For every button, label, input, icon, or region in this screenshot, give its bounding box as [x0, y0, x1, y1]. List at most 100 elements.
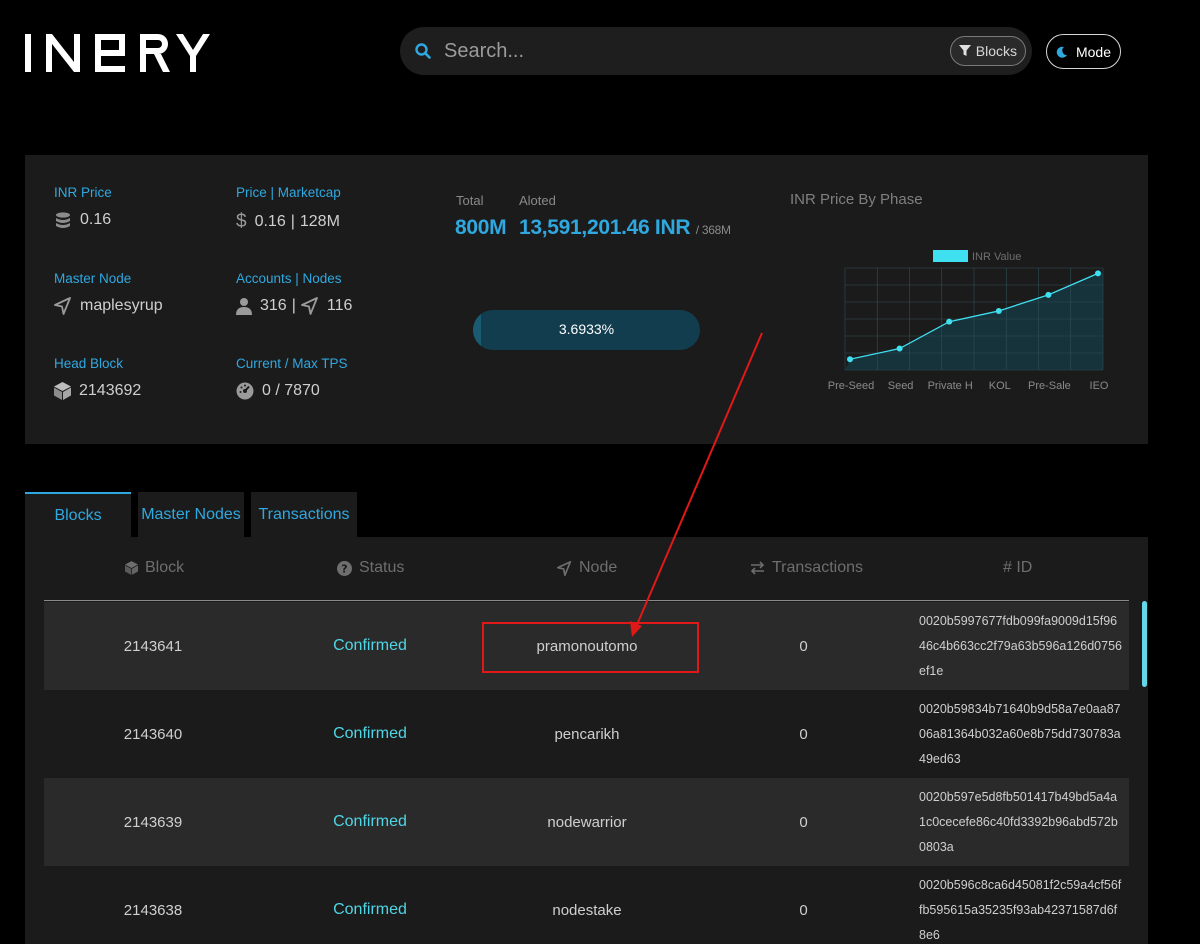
column-label: Transactions: [772, 559, 863, 576]
stat-label: Master Node: [54, 271, 132, 286]
transactions-cell: 0: [799, 901, 808, 919]
stat-value: 0.16: [80, 211, 112, 228]
filter-label: Blocks: [975, 43, 1017, 59]
tab-master-nodes[interactable]: Master Nodes: [138, 492, 244, 537]
exchange-arrows-icon: [750, 561, 765, 575]
column-label: Status: [359, 559, 405, 576]
stat-label: Head Block: [54, 356, 124, 371]
search-filter-dropdown[interactable]: Blocks: [949, 36, 1026, 66]
chart-point: [847, 356, 853, 363]
table-scrollbar[interactable]: [1142, 601, 1147, 687]
tab-label: Transactions: [258, 505, 350, 523]
user-icon: [236, 298, 252, 315]
chart-point: [1045, 291, 1052, 298]
brand-logo[interactable]: [24, 30, 219, 76]
stat-value: maplesyrup: [80, 297, 163, 314]
stat-price: 0.16: [254, 213, 286, 230]
transactions-cell: 0: [799, 813, 808, 831]
chart-point: [995, 307, 1002, 314]
tab-label: Blocks: [54, 506, 102, 524]
separator: |: [290, 213, 295, 230]
search-bar: Blocks: [400, 27, 1032, 75]
chart-point: [1095, 270, 1101, 277]
search-icon: [415, 43, 431, 59]
chart-x-tick-label: Private H: [928, 380, 973, 392]
chart-x-tick-label: Pre-Sale: [1028, 380, 1071, 392]
question-circle-icon: ?: [337, 560, 352, 576]
node-cell[interactable]: nodestake: [478, 866, 696, 944]
stat-label: Current / Max TPS: [236, 356, 348, 371]
moon-icon: [1056, 46, 1067, 58]
tab-transactions[interactable]: Transactions: [251, 492, 357, 537]
search-input[interactable]: [444, 37, 924, 65]
block-number-cell[interactable]: 2143640: [44, 690, 262, 778]
table-header: Block ? Status Node Transactions # ID: [25, 537, 1148, 601]
aloted-label: Aloted: [519, 193, 556, 208]
stat-head-block: Head Block 2143692: [54, 356, 141, 400]
mode-label: Mode: [1075, 43, 1112, 60]
table-row[interactable]: 2143639 Confirmed nodewarrior 0 0020b597e5d8…: [44, 778, 1129, 866]
status-cell: Confirmed: [333, 901, 407, 918]
stat-accounts: 316: [260, 297, 287, 314]
stat-marketcap: 128M: [299, 213, 340, 230]
column-label: Node: [579, 559, 618, 576]
chart-title: INR Price By Phase: [790, 191, 923, 208]
block-number-cell[interactable]: 2143638: [44, 866, 262, 944]
filter-icon: [958, 45, 971, 56]
transactions-cell: 0: [799, 637, 808, 655]
tab-blocks[interactable]: Blocks: [25, 492, 131, 537]
block-number-cell[interactable]: 2143641: [44, 602, 262, 690]
aloted-amount: 13,591,201.46 INR: [519, 216, 691, 239]
send-icon: [300, 297, 318, 315]
column-label: Block: [145, 559, 185, 576]
transactions-cell: 0: [799, 725, 808, 743]
chart-x-tick-label: IEO: [1090, 380, 1109, 392]
table-row[interactable]: 2143640 Confirmed pencarikh 0 0020b59834b716…: [44, 690, 1129, 778]
column-header-id: # ID: [1003, 559, 1032, 577]
aloted-of: / 368M: [695, 223, 731, 237]
tab-label: Master Nodes: [141, 505, 241, 523]
dollar-icon: $: [236, 211, 247, 232]
stat-value: 2143692: [79, 382, 142, 399]
node-cell[interactable]: pencarikh: [478, 690, 696, 778]
stat-master-node: Master Node maplesyrup: [54, 271, 163, 315]
stat-nodes: 116: [326, 297, 353, 314]
node-cell[interactable]: nodewarrior: [478, 778, 696, 866]
stat-value: 0 / 7870: [262, 382, 320, 399]
status-cell: Confirmed: [333, 725, 407, 742]
annotation-highlight-box: [482, 622, 699, 673]
blocks-table: Block ? Status Node Transactions # ID 21…: [25, 537, 1148, 944]
chart-point: [896, 345, 903, 352]
cube-icon: [125, 561, 138, 575]
stat-inr-price: INR Price 0.16: [54, 185, 112, 229]
total-label: Total: [456, 193, 484, 208]
block-number-cell[interactable]: 2143639: [44, 778, 262, 866]
network-stats-panel: INR Price 0.16 Price | Marketcap $ 0.16 …: [25, 155, 1148, 444]
send-icon: [557, 560, 572, 576]
stat-accounts-nodes: Accounts | Nodes 316 | 116: [236, 271, 352, 315]
status-cell: Confirmed: [333, 813, 407, 830]
block-id-cell[interactable]: 0020b596c8ca6d45081f2c59a4cf56ffb595615a…: [919, 866, 1124, 944]
stat-label: Price | Marketcap: [236, 185, 341, 200]
chart-legend-swatch: [933, 250, 968, 262]
total-value: 800M: [455, 216, 507, 239]
svg-text:?: ?: [341, 562, 347, 575]
chart-point: [946, 318, 953, 325]
theme-mode-toggle[interactable]: Mode: [1046, 34, 1121, 69]
block-id-cell[interactable]: 0020b59834b71640b9d58a7e0aa8706a81364b03…: [919, 690, 1124, 778]
column-header-status: ? Status: [337, 559, 404, 577]
block-id-cell[interactable]: 0020b597e5d8fb501417b49bd5a4a1c0cecefe86…: [919, 778, 1124, 866]
header-divider: [44, 600, 1129, 601]
aloted-value: 13,591,201.46 INR / 368M: [519, 216, 731, 240]
stat-price-marketcap: Price | Marketcap $ 0.16 | 128M: [236, 185, 341, 233]
chart-x-tick-label: Pre-Seed: [828, 380, 874, 392]
speedometer-icon: [236, 382, 254, 400]
block-id-cell[interactable]: 0020b5997677fdb099fa9009d15f9646c4b663cc…: [919, 602, 1124, 690]
stat-label: INR Price: [54, 185, 112, 200]
table-row[interactable]: 2143638 Confirmed nodestake 0 0020b596c8ca6d…: [44, 866, 1129, 944]
column-header-block: Block: [125, 559, 184, 577]
column-header-transactions: Transactions: [750, 559, 863, 577]
chart-legend-label: INR Value: [972, 251, 1021, 263]
coins-icon: [56, 212, 70, 228]
stat-tps: Current / Max TPS 0 / 7870: [236, 356, 348, 400]
